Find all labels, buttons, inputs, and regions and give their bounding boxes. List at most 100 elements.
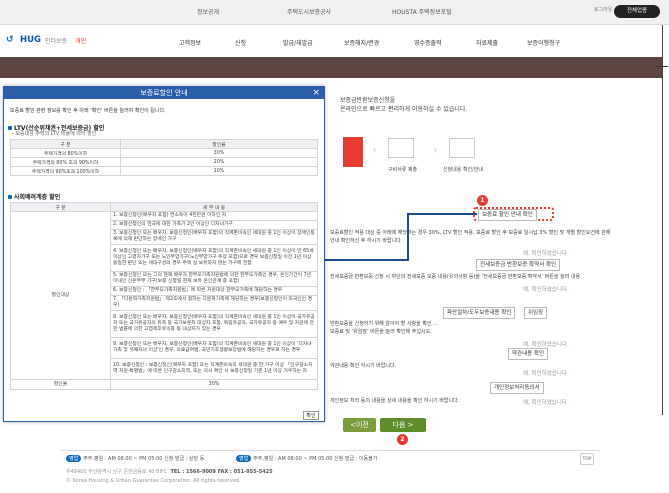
table-cell: 20% (120, 157, 318, 167)
social-title: 사회배려계층 할인 (14, 194, 61, 201)
table-cell: 30% (120, 148, 318, 158)
gnb-receipt[interactable]: 영수증출력 (414, 38, 442, 47)
gnb-issue[interactable]: 발급/재발급 (283, 38, 313, 47)
bullet-icon (8, 195, 12, 199)
footer-hours-text-2: 주주,평일 : AM 08:00 ~ PM 05:00 신청·발급 : 이동불가 (253, 456, 378, 462)
next-button[interactable]: 다음 > (380, 418, 426, 432)
step-confirm-label: 신청내용 확인/안내 (442, 167, 484, 173)
table-cell: 6. 보증신청인 : 「한부모가족지원법」에 따른 지원대상 한부모가족에 해당… (110, 286, 318, 296)
close-icon[interactable]: × (312, 87, 320, 99)
modal-title: 보증료할인 안내 (140, 89, 188, 97)
logo-mark-icon: ↺ (6, 34, 14, 45)
footer-divider (60, 450, 600, 451)
discount-row-text-2: 안내 확인하신 후 하시기 바랍니다. (330, 238, 403, 244)
site-logo[interactable]: ↺ HUG 안티보증 개인 (6, 35, 86, 45)
terms-confirm-button[interactable]: 약관내용 확인 (508, 348, 549, 360)
callout-line (407, 213, 477, 215)
table-cell: 5. 보증신청인 또는 그의 현재 배우자 한부모가족지원법에 의한 한부모가족… (110, 271, 318, 287)
gnb-cancel[interactable]: 보증해지/변경 (344, 38, 379, 47)
top-link-housta[interactable]: HOUSTA 주택정보포털 (392, 7, 452, 16)
top-link-hug[interactable]: 주택도시보증공사 (287, 7, 331, 16)
all-services-button[interactable]: 전체업종 (614, 5, 660, 18)
footer-hours-2: 영업 주주,평일 : AM 08:00 ~ PM 05:00 신청·발급 : 이동… (236, 455, 377, 462)
privacy-text: 개인정보 처리 동의 내용을 상세 내용을 확인 하시기 바랍니다. (330, 398, 460, 404)
table-cell: 3. 보증신청인 또는 배우자, 보증신청인(배우자 포함)의 직계존비속인 세… (110, 229, 318, 245)
bankruptcy-text-2: 보증료 및 ‘위임장’ 버튼을 눌러 확인해 주십시오. (330, 329, 432, 335)
social-category: 할인대상 (10, 211, 111, 380)
step-arrow-icon: › (372, 143, 377, 157)
step-docs-icon (388, 138, 414, 158)
table-row: 주택가격의 90%초과 100%이하 10% (10, 166, 318, 176)
top-link-disclosure[interactable]: 정보공개 (197, 7, 219, 16)
prev-button[interactable]: <이전 (343, 418, 376, 432)
footer-hours-label-2: 영업 (236, 455, 252, 462)
table-header-row: 구 분 할인율 (10, 139, 318, 149)
deposit-pledge-text: 전세보증금 반환보증 신청 시 하단의 전세보증 보증 내용(유의사항 등)을 … (330, 274, 581, 280)
step-confirm-icon (449, 138, 475, 158)
header-band (0, 57, 662, 78)
table-row: 주택가격의 80%이하 30% (10, 148, 318, 158)
social-rate: 30% (110, 379, 318, 390)
modal-header: 보증료할인 안내 × (4, 87, 324, 99)
bankruptcy-check[interactable]: 예, 확인하였습니다. (523, 340, 569, 348)
footer-address-line: 우48400 부산광역시 남구 문현금융로 40 BIFC TEL : 1566… (66, 468, 273, 475)
table-cell: 1. 보증신청인(배우자 포함) 연소득이 4천만원 이하인 자 (110, 211, 318, 221)
table-cell: 10. 보증신청인 : 보증신청인(배우자 포함) 또는 직계존비속의 세대원 … (110, 358, 318, 380)
scroll-top-button[interactable]: TOP (580, 453, 594, 465)
table-cell: 주택가격의 80% 초과 90%이하 (10, 157, 121, 167)
table-cell: 9. 보증신청인 또는 배우자, 보증신청인(배우자 포함)의 직계존비속인 세… (110, 337, 318, 359)
footer-hours-1: 영업 주주,평일 : AM 08:00 ~ PM 05:00 신청·발급 : 상담… (66, 455, 204, 462)
pledge-check[interactable]: 예, 확인하였습니다. (523, 285, 569, 293)
info-line-1: 보증금반환보증신청을 (340, 97, 396, 104)
ltv-subtitle: - 보증대상 주택의 LTV 비율에 따라 할인 (12, 131, 97, 137)
discount-info-modal: 보증료할인 안내 × 보증료 할인 관련 정보를 확인 후 아래 ‘확인’ 버튼… (3, 86, 325, 422)
table-cell: 7. 「다문화가족지원법」 제2조에서 정하는 다문화가족에 해당하는 경우(보… (110, 295, 318, 311)
gnb-apply[interactable]: 신청 (235, 38, 246, 47)
page-edge-mark (656, 66, 668, 67)
table-cell: 4. 보증신청인 또는 배우자, 보증신청인(배우자 포함)의 직계존비속인 세… (110, 244, 318, 272)
table-cell: 2. 보증신청인의 한국에 대한 가족기 2인 이상인 다자녀가구 (110, 220, 318, 230)
terms-text: 약관내용 확인 하시기 바랍니다. (330, 363, 397, 369)
step-docs-label: 구비서류 제출 (387, 167, 418, 173)
modal-intro: 보증료 할인 관련 정보를 확인 후 아래 ‘확인’ 버튼을 눌러야 확인이 됩… (10, 108, 166, 114)
logo-text: HUG (20, 35, 41, 45)
discount-row-text: 보증료할인 적용 대상 중 아래에 해당하는 경우 30%, LTV 할인 적용… (330, 230, 611, 236)
gnb-customer[interactable]: 고객정보 (179, 38, 201, 47)
bankruptcy-confirm-button[interactable]: 파산절차/도두보증내용 확인 (443, 307, 516, 319)
table-header: 구 분 (10, 202, 111, 212)
gnb-submit[interactable]: 자료제출 (476, 38, 498, 47)
step-marker-1: 1 (477, 195, 488, 206)
logout-link[interactable]: 로그아웃 (594, 6, 612, 13)
discount-info-button[interactable]: 보증료 할인 안내 확인 (478, 209, 537, 221)
step-arrow-icon: › (433, 143, 438, 157)
discount-check[interactable]: 예, 확인하였습니다. (523, 249, 569, 257)
table-row: 할인대상 1. 보증신청인(배우자 포함) 연소득이 4천만원 이하인 자 (10, 211, 318, 380)
privacy-consent-button[interactable]: 개인정보처리동의서 (490, 382, 544, 394)
callout-line (325, 259, 409, 261)
top-utility-bar: 정보공개 주택도시보증공사 HOUSTA 주택정보포털 로그아웃 전체업종 (0, 0, 669, 25)
table-header: 할인율 (120, 139, 318, 149)
footer-hours-label-1: 영업 (66, 455, 82, 462)
logo-subtitle: 안티보증 (45, 37, 68, 45)
step-marker-2: 2 (397, 434, 408, 445)
terms-check[interactable]: 예, 확인하였습니다. (523, 369, 569, 377)
gnb-claim[interactable]: 보증이행청구 (527, 38, 560, 47)
social-rate-label: 할인율 (10, 379, 111, 390)
table-cell: 10% (120, 166, 318, 176)
callout-line (407, 213, 409, 261)
table-header-row: 구 분세 부 내 용 (10, 202, 318, 212)
page-right-divider (662, 25, 663, 415)
deposit-pledge-button[interactable]: 전세보증금 반환보증 확약서 확인 (476, 259, 561, 271)
power-of-attorney-button[interactable]: 위임장 (524, 307, 548, 319)
social-heading: 사회배려계층 할인 (8, 192, 60, 201)
table-cell: 주택가격의 90%초과 100%이하 (10, 166, 121, 176)
bankruptcy-text: 반환보증을 신청하기 위해 알아야 할 사항을 확인 ... (330, 321, 438, 327)
table-cell: 주택가격의 80%이하 (10, 148, 121, 158)
info-line-2: 온라인으로 빠르고 편리하게 이용하실 수 있습니다. (340, 106, 468, 113)
table-cell: 8. 보증신청인 또는 배우자, 보증신청인(배우자 포함)의 직계존비속인 세… (110, 310, 318, 338)
privacy-check[interactable]: 예, 확인하였습니다. (523, 398, 569, 406)
modal-ok-button[interactable]: 확인 (303, 411, 319, 420)
footer-tel: TEL : 1566-9009 FAX : 051-955-5425 (170, 469, 273, 475)
step-current-indicator (343, 137, 363, 167)
table-row: 할인율 30% (10, 379, 318, 390)
